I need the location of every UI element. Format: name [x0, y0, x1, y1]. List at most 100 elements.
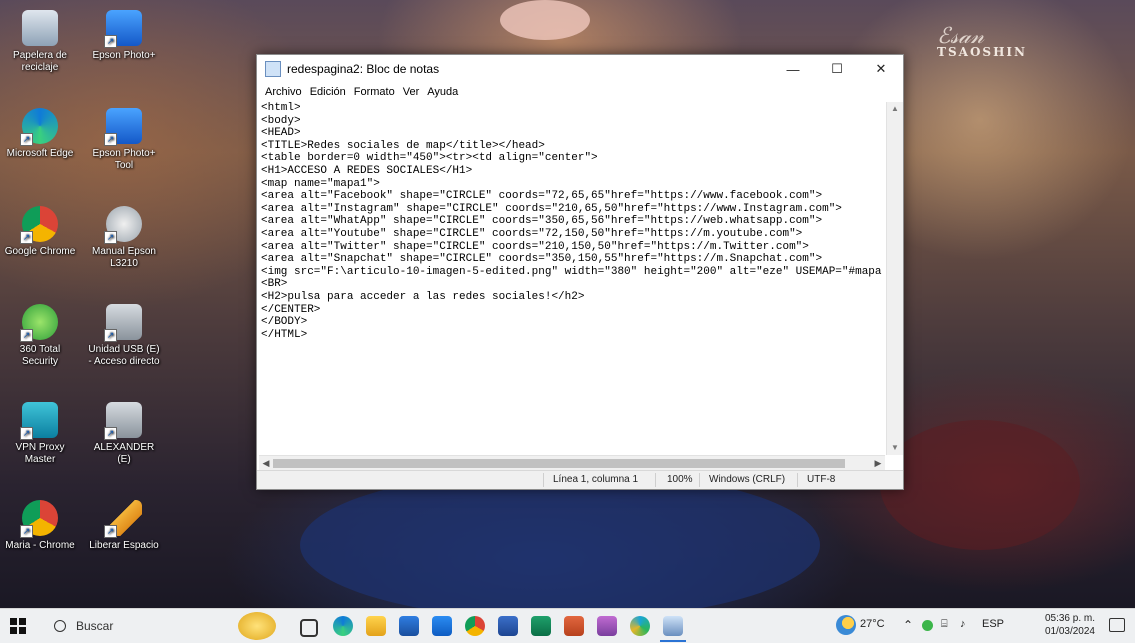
word-icon[interactable] [498, 616, 518, 636]
code-line: </HTML> [261, 328, 308, 341]
desktop-icon-label: Manual Epson L3210 [92, 246, 156, 269]
desktop-icon-manual-epson[interactable]: ↗ Manual Epson L3210 [86, 206, 162, 270]
desktop-icon-label: Epson Photo+ Tool [92, 148, 156, 171]
horizontal-scrollbar[interactable]: ◀ ▶ [259, 455, 885, 471]
watermark-signature: ℰ𝓈𝒶𝓃 [937, 24, 985, 49]
desktop-icon-label: VPN Proxy Master [15, 442, 65, 465]
zoom-level: 100% [667, 474, 693, 485]
desktop-icon-maria-chrome[interactable]: ↗ Maria - Chrome [2, 500, 78, 552]
paint-icon[interactable] [597, 616, 617, 636]
menu-archivo[interactable]: Archivo [261, 86, 306, 98]
code-line: <area alt="WhatApp" shape="CIRCLE" coord… [261, 215, 823, 228]
search-placeholder: Buscar [76, 619, 114, 633]
maximize-button[interactable]: ☐ [815, 55, 859, 83]
total-security-icon: ↗ [20, 304, 58, 342]
file-explorer-icon[interactable] [366, 616, 386, 636]
desktop-icon-alexander[interactable]: ↗ ALEXANDER (E) [86, 402, 162, 466]
scrollbar-thumb[interactable] [273, 459, 845, 468]
search-icon [54, 620, 66, 632]
desktop-icon-chrome[interactable]: ↗ Google Chrome [2, 206, 78, 258]
security-tray-icon[interactable] [922, 620, 933, 631]
recycle-bin-icon [22, 10, 58, 46]
edge-icon: ↗ [20, 108, 58, 146]
code-line: <area alt="Facebook" shape="CIRCLE" coor… [261, 190, 823, 203]
code-line: <html> [261, 102, 301, 114]
store-icon[interactable] [399, 616, 419, 636]
scroll-up-icon[interactable]: ▲ [887, 102, 903, 116]
minimize-button[interactable]: — [771, 55, 815, 83]
notepad-icon [265, 61, 281, 77]
wallpaper-shape [500, 0, 590, 40]
wallpaper-shape [880, 420, 1080, 550]
windows-start-icon[interactable] [10, 618, 26, 634]
mail-icon[interactable] [432, 616, 452, 636]
notepad-window: redespagina2: Bloc de notas — ☐ ✕ Archiv… [256, 54, 904, 490]
desktop-icon-usb-e[interactable]: ↗ Unidad USB (E) - Acceso directo [86, 304, 162, 368]
close-button[interactable]: ✕ [859, 55, 903, 83]
edge-icon[interactable] [333, 616, 353, 636]
title-bar[interactable]: redespagina2: Bloc de notas — ☐ ✕ [257, 55, 903, 83]
desktop-icon-label: 360 Total Security [19, 344, 61, 367]
desktop-icon-vpn-proxy[interactable]: ↗ VPN Proxy Master [2, 402, 78, 466]
clock[interactable]: 05:36 p. m. 01/03/2024 [1045, 612, 1095, 638]
weather-icon[interactable] [836, 615, 856, 635]
scroll-left-icon[interactable]: ◀ [259, 456, 273, 471]
menu-ayuda[interactable]: Ayuda [423, 86, 462, 98]
menu-ver[interactable]: Ver [399, 86, 424, 98]
scroll-down-icon[interactable]: ▼ [887, 441, 903, 455]
desktop-icon-label: Liberar Espacio [89, 540, 159, 551]
code-line: <img src="F:\articulo-10-imagen-5-edited… [261, 265, 882, 278]
chrome-icon[interactable] [465, 616, 485, 636]
desktop-icon-epson-photo[interactable]: ↗ Epson Photo+ [86, 10, 162, 62]
publisher-icon[interactable] [531, 616, 551, 636]
vertical-scrollbar[interactable]: ▲ ▼ [886, 102, 903, 455]
powerpoint-icon[interactable] [564, 616, 584, 636]
usb-drive-icon: ↗ [104, 402, 142, 440]
desktop-icon-label: Papelera de reciclaje [13, 50, 67, 73]
volume-icon[interactable]: ♪ [960, 618, 966, 630]
desktop-icon-label: ALEXANDER (E) [93, 442, 155, 465]
desktop-icon-liberar-espacio[interactable]: ↗ Liberar Espacio [86, 500, 162, 552]
menu-bar: Archivo Edición Formato Ver Ayuda [257, 83, 903, 101]
network-icon[interactable]: ⌸ [941, 618, 948, 631]
notepad-icon[interactable] [663, 616, 683, 636]
menu-formato[interactable]: Formato [350, 86, 399, 98]
desktop-icon-epson-photo-tool[interactable]: ↗ Epson Photo+ Tool [86, 108, 162, 172]
clock-time: 05:36 p. m. [1044, 613, 1095, 624]
code-line: <map name="mapa1"> [261, 177, 380, 190]
desktop-icon-360-total-security[interactable]: ↗ 360 Total Security [2, 304, 78, 368]
status-separator [543, 473, 544, 487]
chevron-up-icon[interactable]: ⌃ [903, 618, 913, 632]
scroll-right-icon[interactable]: ▶ [871, 456, 885, 471]
usb-drive-icon: ↗ [104, 304, 142, 342]
taskbar-search-box[interactable]: Buscar [50, 615, 230, 637]
code-line: </CENTER> [261, 303, 321, 316]
status-separator [797, 473, 798, 487]
code-line: <H1>ACCESO A REDES SOCIALES</H1> [261, 164, 473, 177]
text-editor[interactable]: <html> <body> <HEAD> <TITLE>Redes sociales … [259, 102, 885, 455]
line-ending: Windows (CRLF) [709, 474, 786, 485]
menu-edicion[interactable]: Edición [306, 86, 350, 98]
code-line: <area alt="Twitter" shape="CIRCLE" coord… [261, 240, 809, 253]
notification-icon[interactable] [1109, 618, 1125, 632]
desktop-icon-edge[interactable]: ↗ Microsoft Edge [2, 108, 78, 160]
taskbar: Buscar 27°C ⌃ ⌸ ♪ ESP 05:36 p. m. 01/03/… [0, 608, 1135, 643]
clock-date: 01/03/2024 [1044, 626, 1095, 637]
emoji-icon[interactable] [238, 612, 276, 640]
manual-icon: ↗ [104, 206, 142, 244]
desktop-icon-label: Maria - Chrome [5, 540, 75, 551]
code-line: <TITLE>Redes sociales de map</title></he… [261, 139, 545, 152]
status-separator [699, 473, 700, 487]
desktop-icon-recycle-bin[interactable]: Papelera de reciclaje [2, 10, 78, 74]
chrome-canary-icon[interactable] [630, 616, 650, 636]
encoding: UTF-8 [807, 474, 836, 485]
window-controls: — ☐ ✕ [771, 55, 903, 83]
broom-icon: ↗ [104, 500, 142, 538]
code-line: </BODY> [261, 316, 308, 329]
vpn-icon: ↗ [20, 402, 58, 440]
status-bar: Línea 1, columna 1 100% Windows (CRLF) U… [257, 470, 903, 489]
language-indicator[interactable]: ESP [982, 618, 1004, 630]
task-view-icon[interactable] [300, 619, 318, 637]
weather-temperature[interactable]: 27°C [860, 618, 885, 630]
code-line: <table border=0 width="450"><tr><td alig… [261, 152, 598, 165]
